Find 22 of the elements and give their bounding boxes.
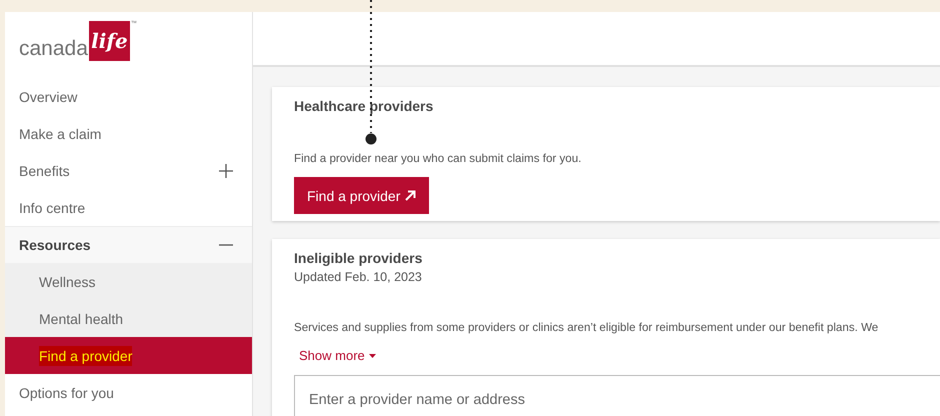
nav-item[interactable]: Wellness — [5, 263, 252, 300]
updated-date: Updated Feb. 10, 2023 — [294, 270, 422, 284]
plus-icon[interactable] — [219, 164, 233, 178]
card-title: Healthcare providers — [294, 98, 434, 114]
nav-item[interactable]: Benefits — [5, 152, 252, 189]
nav-item[interactable]: Overview — [5, 78, 252, 115]
nav-item[interactable]: Find a provider — [5, 337, 252, 374]
logo-mark: life — [88, 21, 130, 61]
logo-wordmark: canada — [19, 37, 88, 61]
provider-search-field[interactable]: Enter a provider name or address — [294, 375, 940, 416]
nav-item[interactable]: Mental health — [5, 300, 252, 337]
find-provider-button[interactable]: Find a provider — [294, 177, 430, 214]
caret-down-icon — [368, 354, 376, 358]
nav-item[interactable]: Make a claim — [5, 115, 252, 152]
nav-item[interactable]: Info centre — [5, 189, 252, 226]
card-title: Ineligible providers — [294, 250, 422, 266]
external-arrow-icon — [405, 190, 416, 201]
card-description: Find a provider near you who can submit claims for you. — [294, 152, 582, 165]
nav-item[interactable]: Options for you — [5, 374, 252, 411]
nav-item[interactable]: Resources — [5, 226, 252, 263]
show-more-link[interactable]: Show more — [299, 348, 376, 363]
card-description: Services and supplies from some providers or clinics aren’t eligible for reimbursement under our benefit plans. We — [294, 321, 878, 334]
